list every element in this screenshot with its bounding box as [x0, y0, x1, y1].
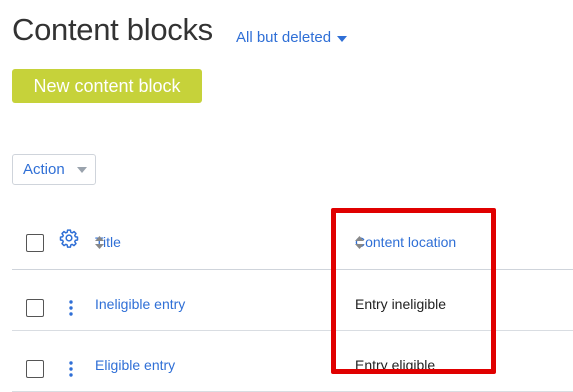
- page-title: Content blocks: [12, 12, 213, 47]
- sort-icon: [95, 235, 104, 249]
- content-blocks-table: Title Content location Ineligible entry …: [12, 212, 573, 392]
- row-checkbox[interactable]: [26, 299, 44, 317]
- gear-icon[interactable]: [59, 228, 79, 248]
- row-content-location: Entry ineligible: [355, 296, 447, 312]
- chevron-down-icon: [337, 35, 348, 42]
- action-dropdown[interactable]: Action: [12, 154, 96, 185]
- sort-icon: [355, 235, 364, 249]
- row-content-location: Entry eligible: [355, 357, 436, 373]
- table-header-row: Title Content location: [12, 212, 573, 270]
- content-location-column-header[interactable]: Content location: [355, 234, 456, 250]
- kebab-icon[interactable]: [68, 299, 74, 317]
- table-row: Eligible entry Entry eligible: [12, 331, 573, 392]
- row-title-link[interactable]: Ineligible entry: [95, 296, 185, 312]
- kebab-icon[interactable]: [68, 360, 74, 378]
- new-content-block-button[interactable]: New content block: [12, 69, 202, 103]
- status-filter-dropdown[interactable]: All but deleted: [236, 28, 348, 48]
- title-column-header[interactable]: Title: [95, 234, 121, 250]
- row-checkbox[interactable]: [26, 360, 44, 378]
- action-label: Action: [23, 161, 65, 178]
- select-all-checkbox[interactable]: [26, 234, 44, 252]
- table-row: Ineligible entry Entry ineligible: [12, 270, 573, 331]
- row-title-link[interactable]: Eligible entry: [95, 357, 175, 373]
- content-location-column-label: Content location: [355, 234, 457, 250]
- chevron-down-icon: [76, 167, 87, 173]
- status-filter-label: All but deleted: [236, 29, 332, 46]
